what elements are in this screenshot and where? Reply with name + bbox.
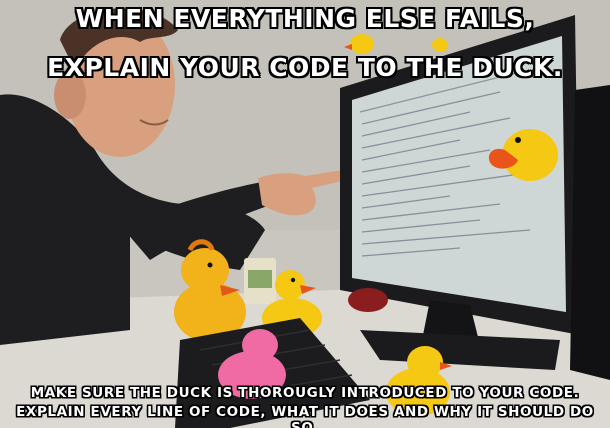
meme-bottom-text-line-1: MAKE SURE THE DUCK IS THOROUGLY INTRODUC… [30, 385, 580, 401]
bowl [348, 288, 388, 312]
meme-top-text-line-1: WHEN EVERYTHING ELSE FAILS, [75, 4, 535, 33]
meme-image: WHEN EVERYTHING ELSE FAILS, EXPLAIN YOUR… [0, 0, 610, 428]
meme-top-text-line-2: EXPLAIN YOUR CODE TO THE DUCK. [47, 53, 563, 82]
watermark: imgflip.com [564, 419, 606, 427]
mug [244, 258, 276, 304]
second-monitor [570, 85, 610, 380]
meme-bottom-text-line-2: EXPLAIN EVERY LINE OF CODE, WHAT IT DOES… [16, 404, 594, 428]
